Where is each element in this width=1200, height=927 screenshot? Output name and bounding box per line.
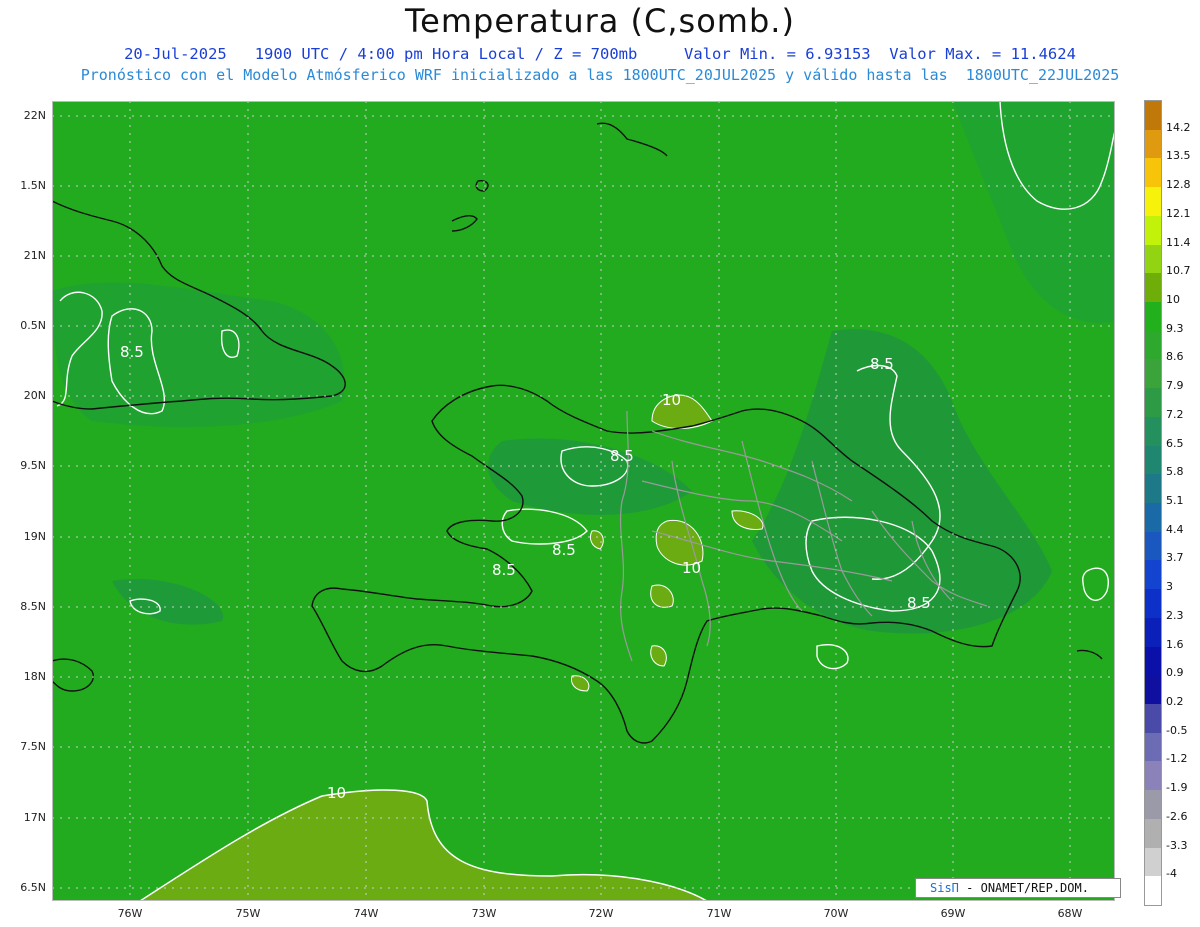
colorbar-label: -0.5 — [1166, 723, 1188, 737]
colorbar-cell — [1145, 101, 1161, 131]
lat-label: 21N — [23, 249, 46, 262]
colorbar-cell — [1145, 215, 1161, 246]
colorbar-cell — [1145, 187, 1161, 217]
colorbar-label: 13.5 — [1166, 149, 1191, 163]
lat-label: 17N — [23, 811, 46, 824]
colorbar-label: 10.7 — [1166, 264, 1191, 278]
colorbar-label: 11.4 — [1166, 235, 1191, 249]
colorbar-label: 0.9 — [1166, 666, 1184, 680]
colorbar-cell — [1145, 273, 1161, 303]
colorbar-cell — [1145, 388, 1161, 418]
map-svg: 8.5 8.5 8.5 8.5 8.5 10 10 10 8.5 — [52, 101, 1115, 901]
colorbar-cell — [1145, 589, 1161, 619]
lat-label: 1.5N — [20, 179, 46, 192]
colorbar-cell — [1145, 617, 1161, 648]
colorbar-cell — [1145, 560, 1161, 590]
colorbar-cell — [1145, 359, 1161, 389]
colorbar-label: 14.2 — [1166, 120, 1191, 134]
colorbar-cell — [1145, 158, 1161, 188]
colorbar-cell — [1145, 531, 1161, 561]
colorbar-cell — [1145, 129, 1161, 159]
colorbar-cell — [1145, 416, 1161, 447]
colorbar-cell — [1145, 876, 1161, 906]
colorbar-cell — [1145, 732, 1161, 762]
lat-label: 22N — [23, 109, 46, 122]
lon-label: 73W — [471, 907, 497, 920]
colorbar-cell — [1145, 790, 1161, 820]
contour-label: 8.5 — [610, 447, 634, 465]
credit-brand: SisΠ — [930, 881, 959, 895]
lon-label: 70W — [823, 907, 849, 920]
colorbar — [1144, 100, 1162, 906]
colorbar-label: 4.4 — [1166, 522, 1184, 536]
contour-label: 8.5 — [492, 561, 516, 579]
lon-label: 76W — [117, 907, 143, 920]
lat-label: 7.5N — [20, 740, 46, 753]
contour-label: 8.5 — [552, 541, 576, 559]
lat-label: 0.5N — [20, 319, 46, 332]
colorbar-cell — [1145, 646, 1161, 676]
colorbar-label: 12.1 — [1166, 206, 1191, 220]
colorbar-label: -2.6 — [1166, 809, 1188, 823]
colorbar-cell — [1145, 503, 1161, 533]
lon-label: 69W — [940, 907, 966, 920]
colorbar-cell — [1145, 445, 1161, 475]
contour-label: 8.5 — [870, 355, 894, 373]
contour-label: 10 — [682, 559, 701, 577]
colorbar-label: 7.9 — [1166, 379, 1184, 393]
contour-label: 10 — [662, 391, 681, 409]
lat-label: 18N — [23, 670, 46, 683]
colorbar-cell — [1145, 675, 1161, 705]
colorbar-cell — [1145, 474, 1161, 504]
colorbar-label: 0.2 — [1166, 695, 1184, 708]
contour-label: 8.5 — [907, 594, 931, 612]
contour-label: 8.5 — [120, 343, 144, 361]
temperature-map: 8.5 8.5 8.5 8.5 8.5 10 10 10 8.5 — [52, 101, 1115, 901]
colorbar-label: 10 — [1166, 293, 1180, 306]
colorbar-label: 8.6 — [1166, 350, 1184, 364]
colorbar-label: -1.2 — [1166, 752, 1188, 766]
colorbar-label: 5.8 — [1166, 465, 1184, 479]
lon-label: 72W — [588, 907, 614, 920]
map-title: Temperatura (C,somb.) — [405, 2, 795, 40]
colorbar-cell — [1145, 330, 1161, 360]
credit-box: SisΠ - ONAMET/REP.DOM. — [915, 878, 1121, 898]
colorbar-label: 7.2 — [1166, 407, 1184, 421]
lon-label: 68W — [1057, 907, 1083, 920]
colorbar-label: 2.3 — [1166, 608, 1184, 622]
lon-label: 75W — [235, 907, 261, 920]
colorbar-label: 9.3 — [1166, 321, 1184, 335]
map-subtitle-model: Pronóstico con el Modelo Atmósferico WRF… — [80, 66, 1120, 84]
colorbar-cell — [1145, 847, 1161, 877]
lat-label: 9.5N — [20, 459, 46, 472]
colorbar-cell — [1145, 704, 1161, 734]
colorbar-cell — [1145, 302, 1161, 332]
colorbar-cell — [1145, 818, 1161, 849]
lon-label: 71W — [706, 907, 732, 920]
colorbar-label: -3.3 — [1166, 838, 1188, 852]
lat-label: 8.5N — [20, 600, 46, 613]
map-subtitle-time: 20-Jul-2025 1900 UTC / 4:00 pm Hora Loca… — [124, 45, 1076, 63]
lon-label: 74W — [353, 907, 379, 920]
colorbar-label: 5.1 — [1166, 494, 1184, 507]
colorbar-label: -1.9 — [1166, 781, 1188, 795]
lat-label: 19N — [23, 530, 46, 543]
colorbar-label: 6.5 — [1166, 436, 1184, 450]
colorbar-cell — [1145, 761, 1161, 791]
lat-label: 20N — [23, 389, 46, 402]
colorbar-label: -4 — [1166, 867, 1177, 881]
colorbar-label: 3 — [1166, 580, 1173, 594]
lat-label: 6.5N — [20, 881, 46, 894]
colorbar-cell — [1145, 244, 1161, 274]
colorbar-label: 12.8 — [1166, 178, 1191, 192]
colorbar-label: 3.7 — [1166, 551, 1184, 565]
colorbar-label: 1.6 — [1166, 637, 1184, 651]
credit-text: - ONAMET/REP.DOM. — [966, 881, 1089, 895]
contour-label: 10 — [327, 784, 346, 802]
